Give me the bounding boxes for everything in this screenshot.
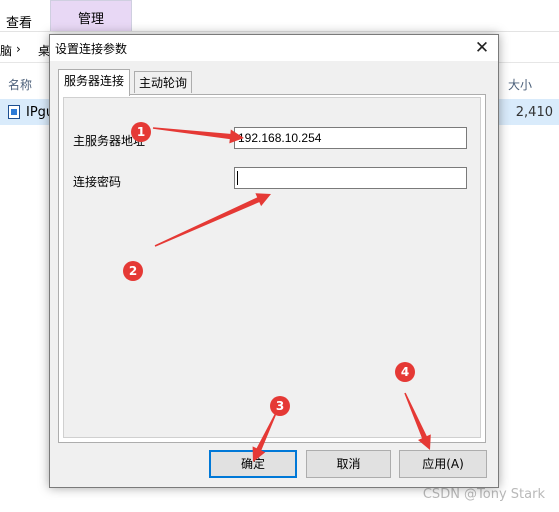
ribbon-tabs: 查看 管理 [0,0,559,32]
tab-server-connection[interactable]: 服务器连接 [58,69,130,96]
watermark: CSDN @Tony Stark [422,487,545,502]
breadcrumb-part[interactable]: 脑 [0,42,12,59]
close-icon[interactable]: ✕ [471,38,493,58]
connection-settings-dialog: 设置连接参数 ✕ 服务器连接 主动轮询 主服务器地址 192.168.10.25… [49,34,499,488]
column-size-header[interactable]: 大小 [508,76,532,93]
apply-button[interactable]: 应用(A) [399,450,487,478]
ribbon-tab-view[interactable]: 查看 [6,12,32,31]
tab-active-polling[interactable]: 主动轮询 [134,71,192,93]
breadcrumb-separator: › [16,42,21,56]
annotation-badge-1: 1 [131,122,151,142]
annotation-badge-4: 4 [395,362,415,382]
column-name-header[interactable]: 名称 [8,76,32,93]
ribbon-tab-manage[interactable]: 管理 [50,0,132,31]
server-address-input[interactable]: 192.168.10.254 [234,127,467,149]
dialog-titlebar[interactable]: 设置连接参数 ✕ [50,35,498,61]
annotation-badge-2: 2 [123,261,143,281]
tab-strip: 服务器连接 主动轮询 [58,69,488,96]
file-icon [8,105,20,119]
dialog-title: 设置连接参数 [55,42,128,56]
cancel-button[interactable]: 取消 [306,450,391,478]
text-caret [237,171,238,185]
file-size: 2,410 [515,105,553,120]
password-input[interactable] [234,167,467,189]
annotation-badge-3: 3 [270,396,290,416]
password-label: 连接密码 [73,175,122,189]
ok-button[interactable]: 确定 [209,450,297,478]
